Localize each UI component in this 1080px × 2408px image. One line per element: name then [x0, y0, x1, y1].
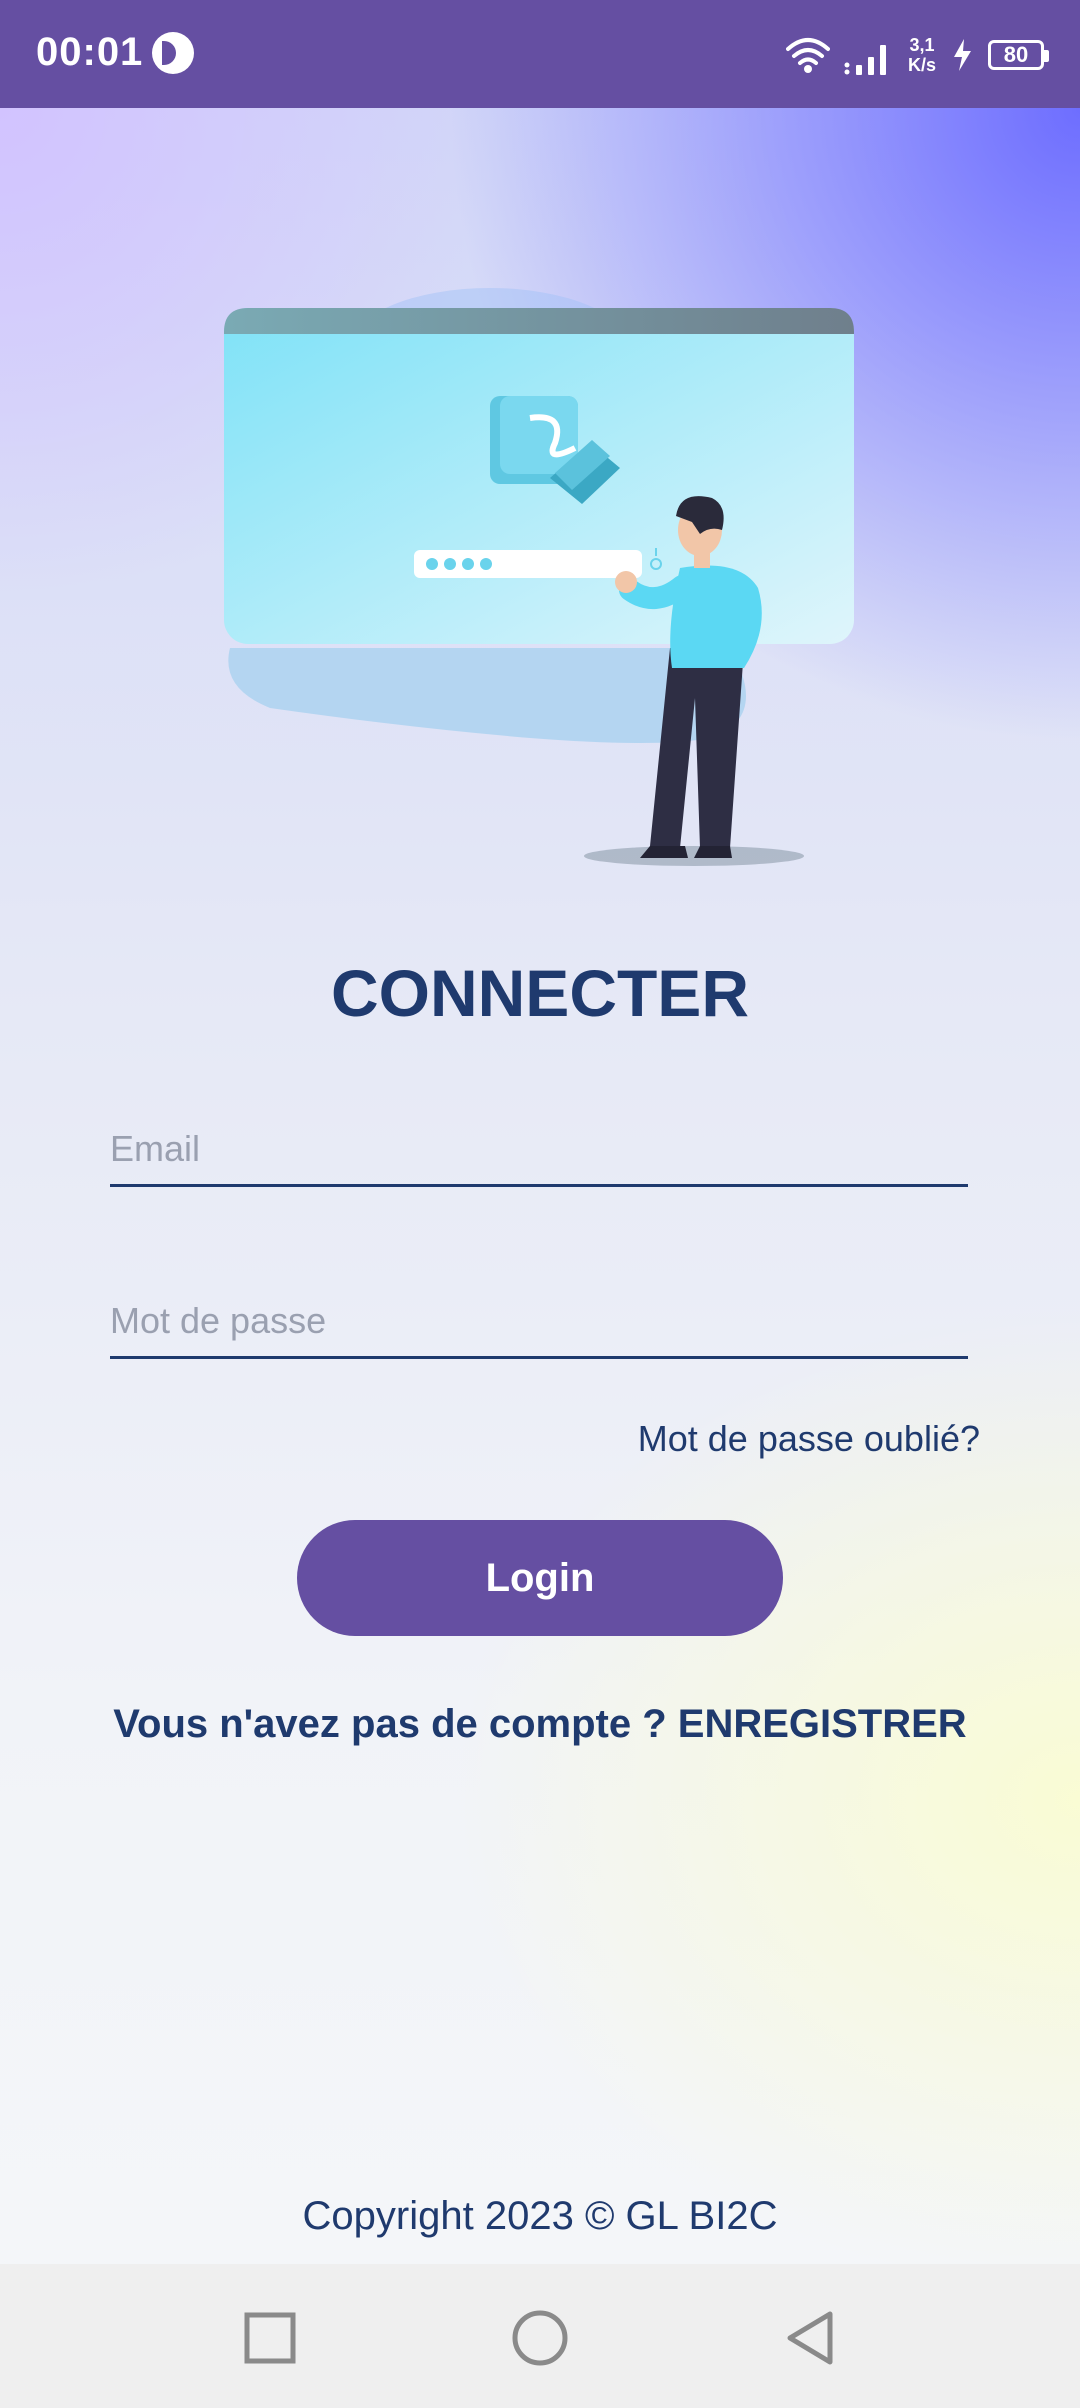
back-button[interactable]	[778, 2306, 842, 2370]
network-speed: 3,1 K/s	[908, 35, 936, 75]
email-field[interactable]	[110, 1114, 968, 1187]
page-title: CONNECTER	[330, 956, 749, 1030]
battery-icon: 80	[988, 40, 1049, 70]
login-illustration	[224, 288, 854, 866]
register-link[interactable]: Vous n'avez pas de compte ? ENREGISTRER	[0, 1702, 1080, 1747]
home-icon	[512, 2310, 568, 2366]
system-nav-bar	[0, 2264, 1080, 2408]
signal-icon	[844, 45, 886, 75]
recents-button[interactable]	[238, 2306, 302, 2370]
network-speed-unit: K/s	[907, 55, 936, 75]
forgot-password-link[interactable]: Mot de passe oublié?	[638, 1418, 980, 1460]
app-notification-icon	[152, 32, 194, 74]
status-indicators: 3,1 K/s 80	[785, 30, 1049, 80]
status-time: 00:01	[36, 30, 144, 74]
password-field[interactable]	[110, 1286, 968, 1359]
wifi-icon	[785, 38, 830, 73]
charging-bolt-icon	[954, 39, 971, 71]
battery-level: 80	[1003, 42, 1029, 67]
login-button[interactable]: Login	[297, 1520, 783, 1636]
home-button[interactable]	[508, 2306, 572, 2370]
email-input[interactable]	[110, 1114, 968, 1184]
status-bar: 00:01 3,1 K/s 80	[0, 0, 1080, 108]
recents-icon	[244, 2312, 296, 2364]
password-input[interactable]	[110, 1286, 968, 1356]
network-speed-value: 3,1	[909, 35, 935, 55]
back-icon	[787, 2311, 833, 2365]
copyright-text: Copyright 2023 © GL BI2C	[302, 2194, 778, 2238]
